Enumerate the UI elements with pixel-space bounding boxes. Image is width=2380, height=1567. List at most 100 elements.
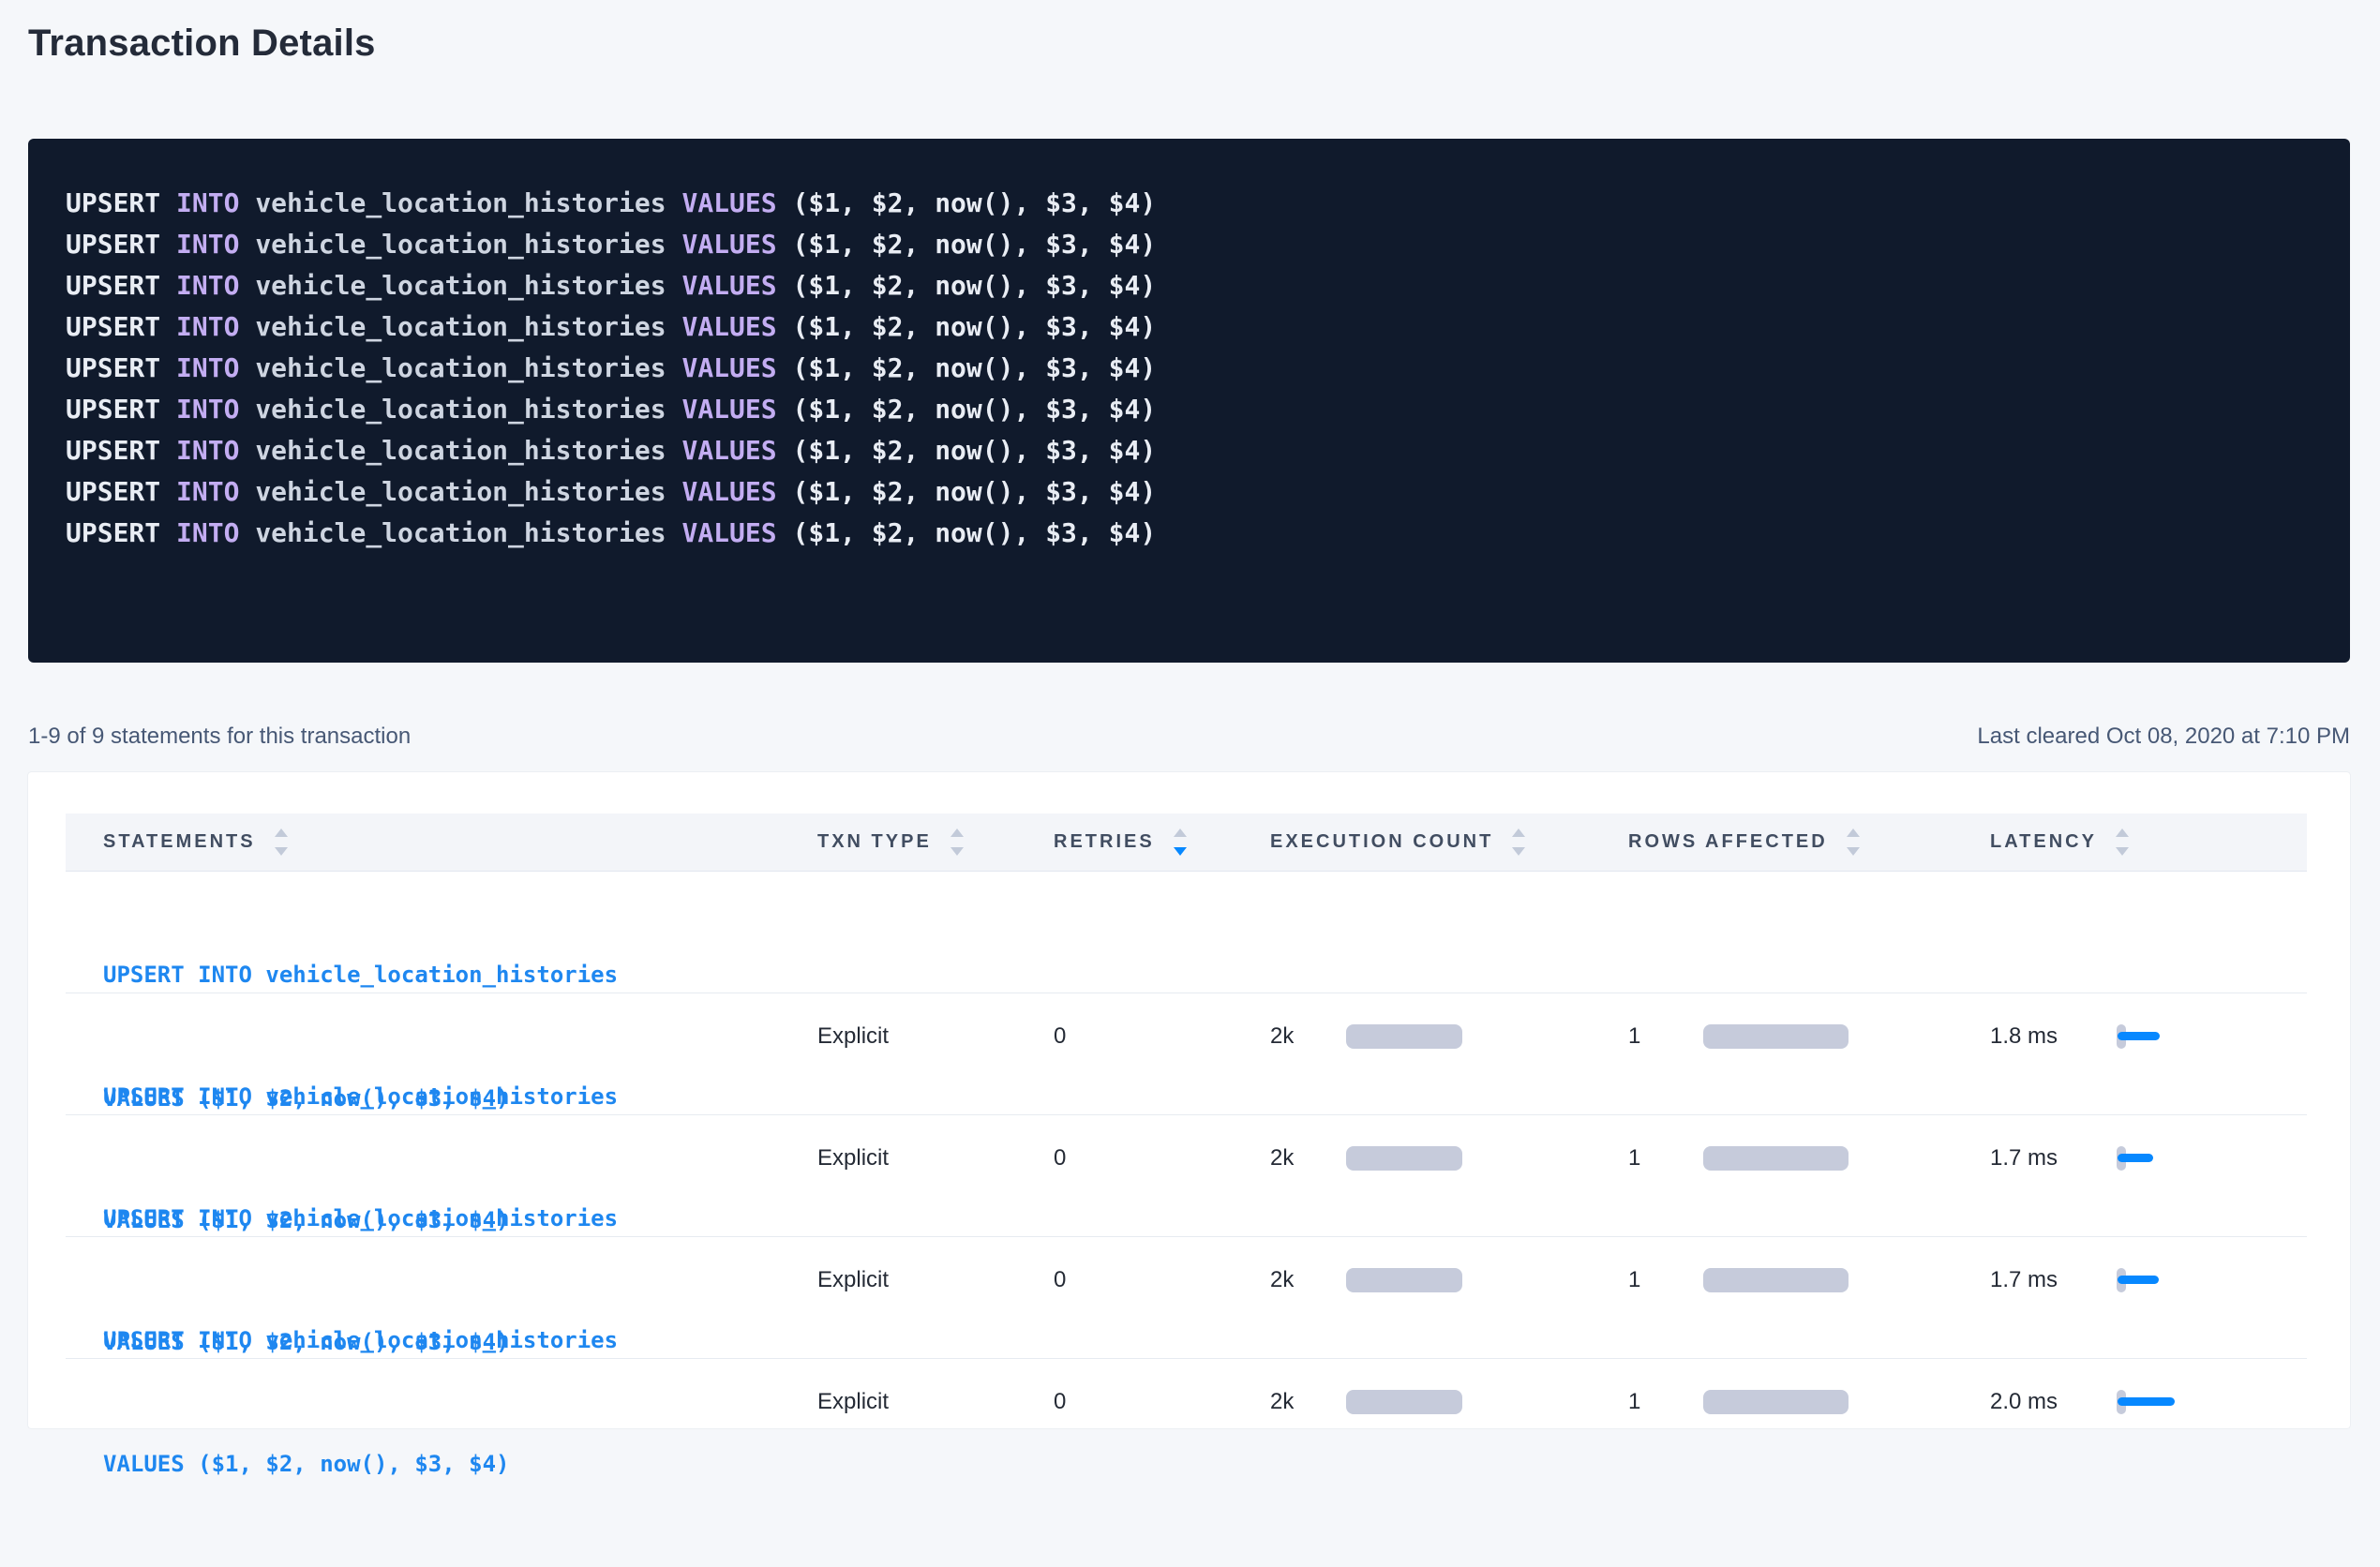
- retries-cell: 0: [1054, 1023, 1270, 1050]
- rows-affected-bar: [1703, 1146, 1849, 1171]
- latency-cell: 1.8 ms: [1990, 1023, 2309, 1050]
- execution-count-value: 2k: [1270, 1023, 1346, 1050]
- sort-asc-icon: [1174, 828, 1187, 837]
- execution-count-value: 2k: [1270, 1145, 1346, 1172]
- statement-line1: UPSERT INTO vehicle_location_histories: [103, 1198, 618, 1239]
- latency-bar-fill: [2118, 1397, 2175, 1406]
- rows-affected-value: 1: [1628, 1267, 1703, 1293]
- column-header-label: RETRIES: [1054, 831, 1155, 853]
- retries-cell: 0: [1054, 1389, 1270, 1415]
- latency-value: 1.7 ms: [1990, 1267, 2117, 1293]
- txn-type-value: Explicit: [817, 1023, 889, 1050]
- column-header-label: TXN TYPE: [817, 831, 932, 853]
- retries-cell: 0: [1054, 1267, 1270, 1293]
- statement-line2: VALUES ($1, $2, now(), $3, $4): [103, 1443, 618, 1485]
- sort-desc-icon: [1512, 847, 1525, 856]
- column-header[interactable]: EXECUTION COUNT: [1270, 828, 1628, 856]
- sort-asc-icon: [1847, 828, 1860, 837]
- rows-affected-cell: 1: [1628, 1389, 1990, 1415]
- execution-count-cell: 2k: [1270, 1145, 1628, 1172]
- latency-bar-fill: [2118, 1276, 2159, 1284]
- column-header[interactable]: LATENCY: [1990, 828, 2309, 856]
- rows-affected-value: 1: [1628, 1023, 1703, 1050]
- sql-statement-line: UPSERT INTO vehicle_location_histories V…: [66, 183, 2313, 224]
- txn-type-cell: Explicit: [817, 1145, 1054, 1172]
- rows-affected-bar: [1703, 1024, 1849, 1049]
- column-header[interactable]: TXN TYPE: [817, 828, 1054, 856]
- latency-bar-chart: [2117, 1146, 2192, 1171]
- execution-count-bar: [1346, 1146, 1462, 1171]
- sort-desc-icon: [1847, 847, 1860, 856]
- column-header-label: STATEMENTS: [103, 831, 256, 853]
- rows-affected-cell: 1: [1628, 1267, 1990, 1293]
- sort-icons: [1847, 828, 1860, 856]
- txn-type-cell: Explicit: [817, 1267, 1054, 1293]
- execution-count-cell: 2k: [1270, 1267, 1628, 1293]
- statement-cell: UPSERT INTO vehicle_location_histories V…: [66, 1237, 817, 1567]
- latency-bar-chart: [2117, 1024, 2192, 1049]
- column-header[interactable]: STATEMENTS: [66, 828, 817, 856]
- execution-count-bar: [1346, 1390, 1462, 1414]
- txn-type-value: Explicit: [817, 1145, 889, 1172]
- sort-icons: [1512, 828, 1525, 856]
- column-header-label: ROWS AFFECTED: [1628, 831, 1828, 853]
- retries-cell: 0: [1054, 1145, 1270, 1172]
- latency-value: 1.7 ms: [1990, 1145, 2117, 1172]
- rows-affected-bar: [1703, 1390, 1849, 1414]
- statements-table-card: STATEMENTS TXN TYPE RETRIES EXECUTION CO…: [28, 772, 2350, 1428]
- execution-count-value: 2k: [1270, 1389, 1346, 1415]
- sort-asc-icon: [1512, 828, 1525, 837]
- txn-type-cell: Explicit: [817, 1389, 1054, 1415]
- txn-type-value: Explicit: [817, 1267, 889, 1293]
- table-header-row: STATEMENTS TXN TYPE RETRIES EXECUTION CO…: [66, 813, 2307, 872]
- statement-count-text: 1-9 of 9 statements for this transaction: [28, 723, 411, 751]
- column-header[interactable]: ROWS AFFECTED: [1628, 828, 1990, 856]
- sql-statement-line: UPSERT INTO vehicle_location_histories V…: [66, 430, 2313, 471]
- sort-icons: [2116, 828, 2129, 856]
- sql-statement-line: UPSERT INTO vehicle_location_histories V…: [66, 348, 2313, 389]
- last-cleared-text: Last cleared Oct 08, 2020 at 7:10 PM: [1977, 723, 2350, 751]
- latency-cell: 1.7 ms: [1990, 1145, 2309, 1172]
- page-title: Transaction Details: [28, 21, 2350, 66]
- table-row: UPSERT INTO vehicle_location_histories V…: [66, 1115, 2307, 1237]
- txn-type-value: Explicit: [817, 1389, 889, 1415]
- column-header-label: LATENCY: [1990, 831, 2097, 853]
- latency-cell: 2.0 ms: [1990, 1389, 2309, 1415]
- sort-asc-icon: [951, 828, 964, 837]
- sort-icons: [1174, 828, 1187, 856]
- summary-bar: 1-9 of 9 statements for this transaction…: [28, 723, 2350, 751]
- latency-cell: 1.7 ms: [1990, 1267, 2309, 1293]
- sort-desc-icon: [275, 847, 288, 856]
- sql-statement-line: UPSERT INTO vehicle_location_histories V…: [66, 224, 2313, 265]
- table-body: UPSERT INTO vehicle_location_histories V…: [66, 872, 2307, 1359]
- sql-code-block: UPSERT INTO vehicle_location_histories V…: [28, 139, 2350, 663]
- sql-statement-line: UPSERT INTO vehicle_location_histories V…: [66, 265, 2313, 306]
- latency-bar-fill: [2118, 1154, 2153, 1162]
- statement-line1: UPSERT INTO vehicle_location_histories: [103, 954, 618, 995]
- sort-asc-icon: [275, 828, 288, 837]
- sort-icons: [275, 828, 288, 856]
- transaction-details-page: Transaction Details UPSERT INTO vehicle_…: [0, 0, 2380, 1428]
- sql-statement-line: UPSERT INTO vehicle_location_histories V…: [66, 471, 2313, 513]
- statement-link[interactable]: UPSERT INTO vehicle_location_histories V…: [103, 1237, 618, 1567]
- latency-bar-chart: [2117, 1390, 2192, 1414]
- rows-affected-value: 1: [1628, 1145, 1703, 1172]
- rows-affected-cell: 1: [1628, 1023, 1990, 1050]
- sort-desc-icon: [951, 847, 964, 856]
- execution-count-bar: [1346, 1024, 1462, 1049]
- rows-affected-cell: 1: [1628, 1145, 1990, 1172]
- retries-value: 0: [1054, 1389, 1066, 1415]
- txn-type-cell: Explicit: [817, 1023, 1054, 1050]
- column-header-label: EXECUTION COUNT: [1270, 831, 1493, 853]
- sort-icons: [951, 828, 964, 856]
- statement-line1: UPSERT INTO vehicle_location_histories: [103, 1076, 618, 1117]
- table-row: UPSERT INTO vehicle_location_histories V…: [66, 993, 2307, 1115]
- sort-desc-icon: [2116, 847, 2129, 856]
- sql-statement-line: UPSERT INTO vehicle_location_histories V…: [66, 513, 2313, 554]
- statement-line1: UPSERT INTO vehicle_location_histories: [103, 1320, 618, 1361]
- sql-statement-line: UPSERT INTO vehicle_location_histories V…: [66, 306, 2313, 348]
- latency-value: 2.0 ms: [1990, 1389, 2117, 1415]
- sort-desc-icon: [1174, 847, 1187, 856]
- column-header[interactable]: RETRIES: [1054, 828, 1270, 856]
- sql-statement-line: UPSERT INTO vehicle_location_histories V…: [66, 389, 2313, 430]
